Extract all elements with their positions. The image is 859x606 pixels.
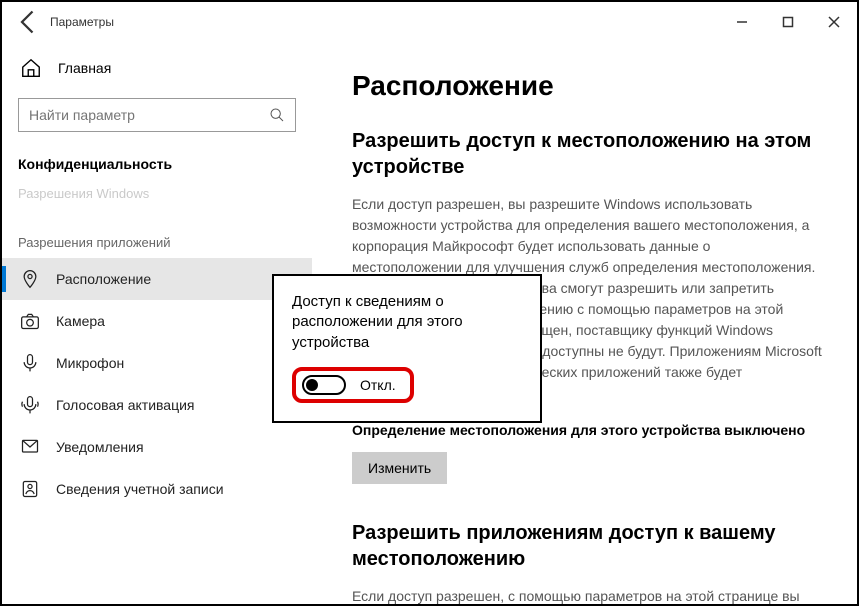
notification-icon — [20, 437, 40, 457]
sidebar-item-camera[interactable]: Камера — [2, 300, 312, 342]
window-title: Параметры — [50, 15, 114, 29]
sidebar-item-location[interactable]: Расположение — [2, 258, 312, 300]
sidebar-item-account[interactable]: Сведения учетной записи — [2, 468, 312, 510]
titlebar: Параметры — [2, 2, 857, 42]
location-toggle[interactable] — [302, 375, 346, 395]
microphone-icon — [20, 353, 40, 373]
home-label: Главная — [58, 60, 111, 76]
minimize-button[interactable] — [719, 6, 765, 38]
maximize-button[interactable] — [765, 6, 811, 38]
nav-label: Расположение — [56, 271, 151, 287]
sidebar: Главная Конфиденциальность Разрешения Wi… — [2, 42, 312, 604]
nav-label: Камера — [56, 313, 105, 329]
close-button[interactable] — [811, 6, 857, 38]
camera-icon — [20, 311, 40, 331]
toggle-label: Откл. — [360, 377, 396, 393]
section2-title: Разрешить приложениям доступ к вашему ме… — [352, 520, 837, 572]
back-button[interactable] — [10, 4, 46, 40]
page-title: Расположение — [352, 70, 837, 102]
search-icon — [269, 107, 285, 123]
nav-label: Микрофон — [56, 355, 124, 371]
nav-label: Голосовая активация — [56, 397, 195, 413]
account-icon — [20, 479, 40, 499]
search-input[interactable] — [18, 98, 296, 132]
search-field[interactable] — [29, 107, 269, 123]
maximize-icon — [782, 16, 794, 28]
voice-icon — [20, 395, 40, 415]
home-icon — [20, 57, 42, 79]
sidebar-item-microphone[interactable]: Микрофон — [2, 342, 312, 384]
location-popup: Доступ к сведениям о расположении для эт… — [272, 274, 542, 423]
section2-desc: Если доступ разрешен, с помощью параметр… — [352, 586, 822, 604]
location-icon — [20, 269, 40, 289]
arrow-left-icon — [10, 4, 46, 40]
section1-title: Разрешить доступ к местоположению на это… — [352, 128, 837, 180]
subsection-header: Разрешения приложений — [2, 207, 312, 258]
sidebar-item-cut[interactable]: Разрешения Windows — [2, 182, 312, 207]
sidebar-item-notifications[interactable]: Уведомления — [2, 426, 312, 468]
nav-label: Уведомления — [56, 439, 144, 455]
toggle-knob — [306, 379, 318, 391]
section-header: Конфиденциальность — [2, 140, 312, 182]
home-nav[interactable]: Главная — [2, 48, 312, 88]
sidebar-item-voice[interactable]: Голосовая активация — [2, 384, 312, 426]
minimize-icon — [736, 16, 748, 28]
window-controls — [719, 6, 857, 38]
popup-toggle-highlight: Откл. — [292, 367, 414, 403]
nav-label: Сведения учетной записи — [56, 481, 224, 497]
close-icon — [828, 16, 840, 28]
change-button[interactable]: Изменить — [352, 452, 447, 484]
popup-title: Доступ к сведениям о расположении для эт… — [292, 292, 522, 353]
section1-state: Определение местоположения для этого уст… — [352, 422, 837, 438]
